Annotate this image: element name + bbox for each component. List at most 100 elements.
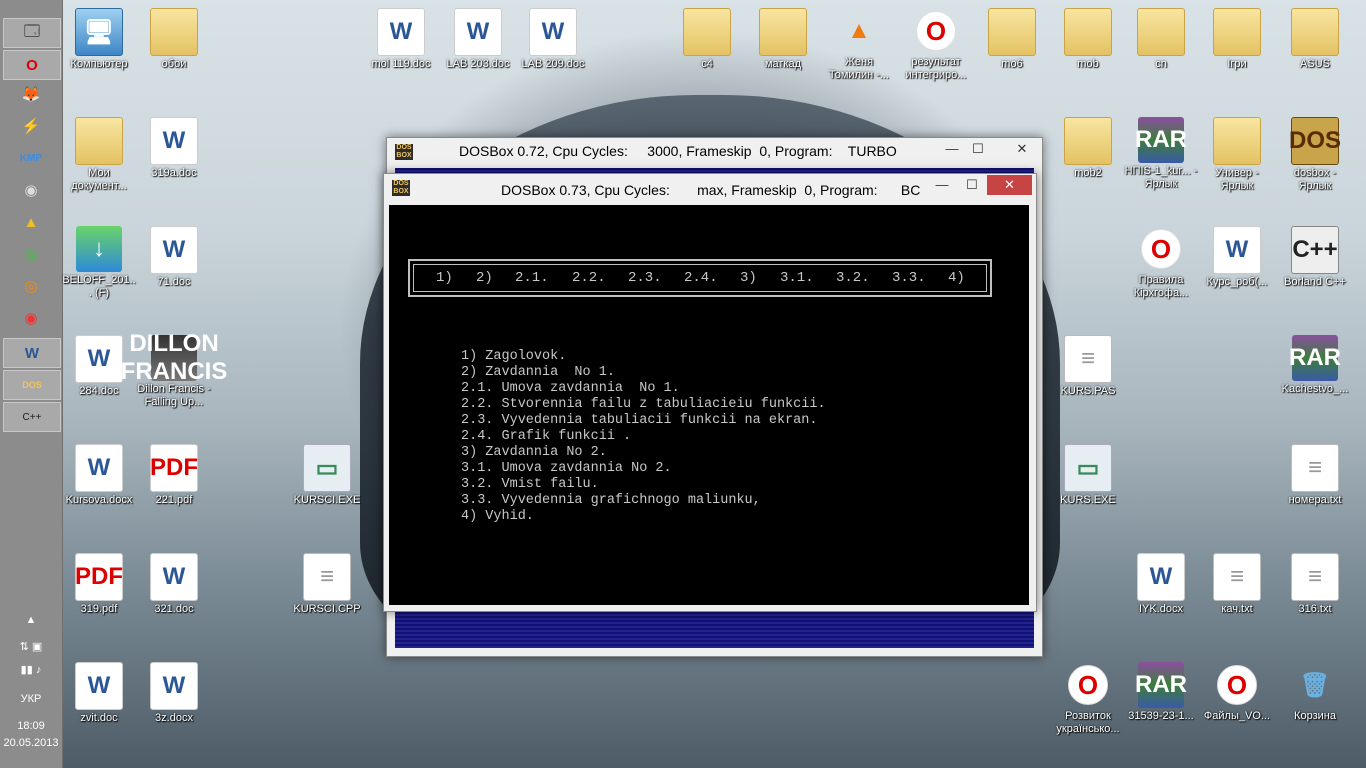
desktop-icon[interactable]: C++ Borland C++ bbox=[1278, 226, 1352, 289]
desktop-icon[interactable]: ↓ BELOFF_201... (F) bbox=[62, 226, 136, 300]
word-icon: W bbox=[377, 8, 425, 56]
desktop-icon[interactable]: ≡ KURS.PAS bbox=[1051, 335, 1125, 398]
minimize-button[interactable]: — bbox=[927, 175, 957, 195]
tray-language[interactable]: УКР bbox=[0, 693, 62, 705]
desktop-icon[interactable]: DOS dosbox - Ярлык bbox=[1278, 117, 1352, 193]
dos-menu-item[interactable]: 2) bbox=[476, 270, 493, 286]
dos-menu-line[interactable]: 2.3. Vyvedennia tabuliacii funkcii na ek… bbox=[461, 413, 817, 428]
desktop-icon[interactable]: W 71.doc bbox=[137, 226, 211, 289]
desktop-icon[interactable]: PDF 221.pdf bbox=[137, 444, 211, 507]
desktop-icon[interactable]: mob bbox=[1051, 8, 1125, 71]
dos-screen[interactable]: 1) 2) 2.1. 2.2. 2.3. 2.4. 3) 3.1. 3.2. 3.3. 4) 1) … bbox=[389, 205, 1029, 605]
desktop-icon[interactable]: W 3z.docx bbox=[137, 662, 211, 725]
dos-menu-item[interactable]: 2.4. bbox=[684, 270, 718, 286]
tray-clock-date[interactable]: 20.05.2013 bbox=[0, 737, 62, 749]
tray-clock-time[interactable]: 18:09 bbox=[0, 720, 62, 732]
desktop-icon[interactable]: mo6 bbox=[975, 8, 1049, 71]
desktop-icon[interactable]: ▲ Женя Томилин -... bbox=[822, 8, 896, 82]
dos-menu-line[interactable]: 3.2. Vmist failu. bbox=[461, 477, 599, 492]
desktop-icon[interactable]: RAR 31539-23-1... bbox=[1124, 662, 1198, 723]
desktop-icon[interactable]: W LAB 209.doc bbox=[516, 8, 590, 71]
dos-menu-item[interactable]: 3.2. bbox=[836, 270, 870, 286]
maximize-button[interactable]: ☐ bbox=[963, 139, 993, 159]
taskbar-steam-icon[interactable]: ◉ bbox=[3, 176, 59, 204]
desktop-icon[interactable]: ASUS bbox=[1278, 8, 1352, 71]
taskbar-opera-icon[interactable]: O bbox=[3, 50, 61, 80]
dos-menu-item[interactable]: 2.2. bbox=[572, 270, 606, 286]
dos-menu-item[interactable]: 3) bbox=[740, 270, 757, 286]
desktop-icon[interactable]: 🖥 Компьютер bbox=[62, 8, 136, 71]
dos-menu-item[interactable]: 1) bbox=[436, 270, 453, 286]
desktop-icon[interactable]: PDF 319.pdf bbox=[62, 553, 136, 616]
dos-menu-line[interactable]: 3) Zavdannia No 2. bbox=[461, 445, 607, 460]
pdf-icon: PDF bbox=[150, 444, 198, 492]
close-button[interactable]: ✕ bbox=[987, 175, 1032, 195]
taskbar-speed-icon[interactable]: ⚡ bbox=[3, 112, 59, 140]
desktop-icon-label: zvit.doc bbox=[80, 712, 118, 724]
desktop-icon-label: Универ - Ярлык bbox=[1215, 167, 1259, 192]
desktop-icon[interactable]: RAR НПІS-1_kur... - Ярлык bbox=[1124, 117, 1198, 191]
desktop-icon[interactable]: W IYK.docx bbox=[1124, 553, 1198, 616]
desktop-icon[interactable]: Wmol 119.doc bbox=[364, 8, 438, 71]
desktop-icon[interactable]: DILLON FRANCIS Dillon Francis - Falling U… bbox=[121, 330, 228, 409]
dos-menu-item[interactable]: 4) bbox=[948, 270, 965, 286]
dos-menu-line[interactable]: 2) Zavdannia No 1. bbox=[461, 365, 615, 380]
desktop-icon[interactable]: ▭ KURSCI.EXE bbox=[290, 444, 364, 507]
dos-menu-item[interactable]: 2.1. bbox=[515, 270, 549, 286]
dos-menu-line[interactable]: 2.1. Umova zavdannia No 1. bbox=[461, 381, 680, 396]
dos-menu-line[interactable]: 3.3. Vyvedennia grafichnogo maliunku, bbox=[461, 493, 761, 508]
taskbar-firefox-icon[interactable]: 🦊 bbox=[3, 80, 59, 108]
taskbar-desktop-icon[interactable]: 🗔 bbox=[3, 18, 61, 48]
desktop-icon[interactable]: ≡ KURSCI.CPP bbox=[290, 553, 364, 616]
close-button[interactable]: ✕ bbox=[1007, 139, 1037, 159]
desktop-icon[interactable]: Oрезультат интегриро... bbox=[899, 8, 973, 82]
dos-menu-line[interactable]: 2.4. Grafik funkcii . bbox=[461, 429, 631, 444]
taskbar-borland-icon[interactable]: C++ bbox=[3, 402, 61, 432]
desktop-icon[interactable]: Универ - Ярлык bbox=[1200, 117, 1274, 193]
dos-menu-item[interactable]: 3.3. bbox=[892, 270, 926, 286]
desktop-icon[interactable]: Ігри bbox=[1200, 8, 1274, 71]
rar-icon: RAR bbox=[1289, 335, 1341, 381]
taskbar-apple-icon[interactable]: ◉ bbox=[3, 304, 59, 332]
dos-menu-item[interactable]: 2.3. bbox=[628, 270, 662, 286]
dos-menu-line[interactable]: 4) Vyhid. bbox=[461, 509, 534, 524]
dos-menu-line[interactable]: 3.1. Umova zavdannia No 2. bbox=[461, 461, 672, 476]
desktop-icon[interactable]: O Файлы_VO... bbox=[1200, 662, 1274, 723]
desktop-icon[interactable]: RAR Kachestvo_... bbox=[1278, 335, 1352, 396]
desktop-icon[interactable]: обои bbox=[137, 8, 211, 71]
desktop-icon[interactable]: W 319a.doc bbox=[137, 117, 211, 180]
taskbar-dosbox-icon[interactable]: DOS bbox=[3, 370, 61, 400]
desktop-icon[interactable]: Мои документ... bbox=[62, 117, 136, 193]
tray-network-icon[interactable]: ⇅ ▣ bbox=[0, 640, 62, 653]
dos-menu-line[interactable]: 2.2. Stvorennia failu z tabuliacieiu fun… bbox=[461, 397, 826, 412]
dos-menu-line[interactable]: 1) Zagolovok. bbox=[461, 349, 566, 364]
taskbar-firefox2-icon[interactable]: ◎ bbox=[3, 272, 59, 300]
desktop-icon[interactable]: ≡ номера.txt bbox=[1278, 444, 1352, 507]
desktop-icon[interactable]: cn bbox=[1124, 8, 1198, 71]
desktop-icon[interactable]: W Курс_роб(... bbox=[1200, 226, 1274, 289]
dos-menu-item[interactable]: 3.1. bbox=[780, 270, 814, 286]
tray-up-arrow-icon[interactable]: ▲ bbox=[0, 614, 62, 626]
desktop-icon[interactable]: c4 bbox=[670, 8, 744, 71]
maximize-button[interactable]: ☐ bbox=[957, 175, 987, 195]
desktop-icon[interactable]: W LAB 203.doc bbox=[441, 8, 515, 71]
desktop-icon[interactable]: W Kursova.docx bbox=[62, 444, 136, 507]
window-titlebar[interactable]: DOS BOX DOSBox 0.73, Cpu Cycles: max, Fr… bbox=[384, 174, 1036, 202]
desktop-icon[interactable]: ▭ KURS.EXE bbox=[1051, 444, 1125, 507]
desktop-icon[interactable]: mob2 bbox=[1051, 117, 1125, 180]
desktop-icon[interactable]: O Правила Кірхгофа... bbox=[1124, 226, 1198, 300]
desktop-icon[interactable]: O Розвиток українсько... bbox=[1051, 662, 1125, 736]
taskbar-word-icon[interactable]: W bbox=[3, 338, 61, 368]
desktop-icon[interactable]: W 321.doc bbox=[137, 553, 211, 616]
taskbar-chrome-icon[interactable]: ◎ bbox=[3, 240, 59, 268]
desktop-icon[interactable]: Wzvit.doc bbox=[62, 662, 136, 725]
taskbar-aimp-icon[interactable]: ▲ bbox=[3, 208, 59, 236]
dosbox-window-front[interactable]: DOS BOX DOSBox 0.73, Cpu Cycles: max, Fr… bbox=[383, 173, 1037, 612]
desktop-icon[interactable]: ≡ 316.txt bbox=[1278, 553, 1352, 616]
tray-volume-icon[interactable]: ▮▮ ♪ bbox=[0, 663, 62, 676]
taskbar-app-icon[interactable]: KMP bbox=[3, 144, 59, 172]
desktop-icon[interactable]: 🗑 Корзина bbox=[1278, 662, 1352, 723]
window-titlebar[interactable]: DOS BOX DOSBox 0.72, Cpu Cycles: 3000, F… bbox=[387, 138, 1042, 166]
desktop-icon[interactable]: маткад bbox=[746, 8, 820, 71]
desktop-icon[interactable]: ≡ кач.txt bbox=[1200, 553, 1274, 616]
